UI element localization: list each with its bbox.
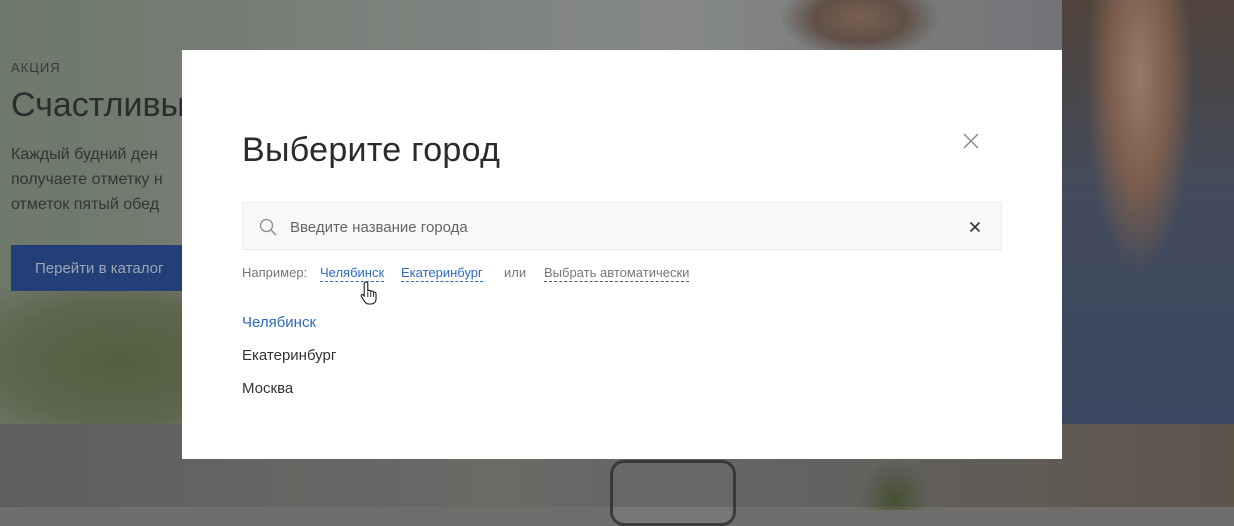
city-list-item[interactable]: Челябинск <box>242 313 336 346</box>
modal-title: Выберите город <box>242 131 501 169</box>
clear-icon[interactable] <box>969 220 981 233</box>
city-search-input[interactable] <box>288 203 952 251</box>
examples-label: Например: <box>242 265 308 280</box>
example-city-link[interactable]: Екатеринбург <box>401 265 483 282</box>
examples-or-text: или <box>504 265 527 280</box>
city-list: Челябинск Екатеринбург Москва <box>242 313 336 412</box>
auto-detect-link[interactable]: Выбрать автоматически <box>544 265 690 282</box>
hand-cursor-icon <box>360 280 378 306</box>
city-select-modal: Выберите город Например: Челябинск Екате… <box>182 50 1062 459</box>
city-list-item[interactable]: Москва <box>242 379 336 412</box>
search-icon <box>258 217 278 237</box>
close-icon[interactable] <box>960 130 982 152</box>
city-list-item[interactable]: Екатеринбург <box>242 346 336 379</box>
city-search-box <box>242 202 1002 251</box>
